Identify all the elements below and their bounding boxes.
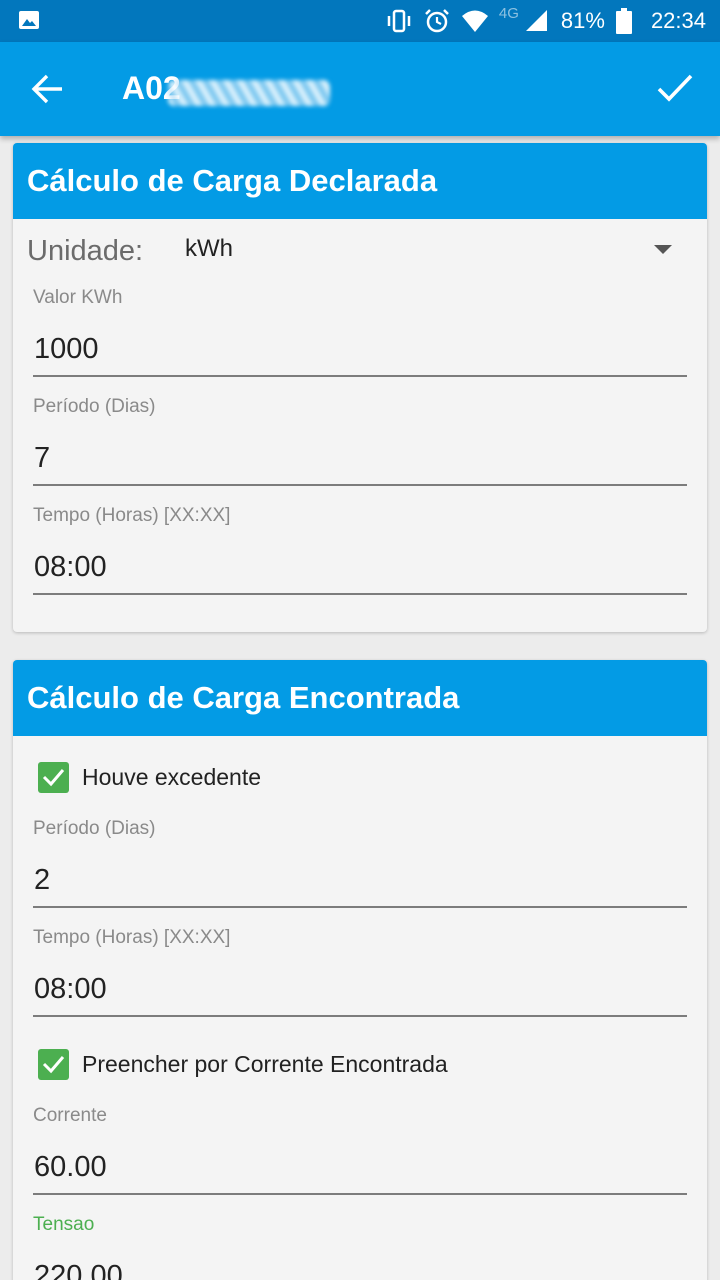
battery-percent: 81% [560, 8, 605, 33]
kwh-value-input[interactable]: 1000 [33, 329, 687, 377]
surplus-checkbox[interactable] [38, 761, 69, 793]
voltage-label: Tensao [33, 1214, 95, 1235]
network-type: 4G [498, 4, 519, 22]
found-time-input[interactable]: 08:00 [33, 969, 687, 1017]
found-load-card: Cálculo de Carga Encontrada Houve excede… [13, 660, 707, 1280]
declared-time-text: 08:00 [34, 551, 107, 583]
unit-value: kWh [185, 235, 233, 262]
declared-period-field: Período (Dias) 7 [33, 396, 687, 486]
signal-icon [525, 10, 547, 31]
unit-dropdown[interactable]: kWh [172, 231, 692, 271]
current-text: 60.00 [34, 1151, 107, 1183]
battery-icon [615, 8, 632, 34]
found-time-label: Tempo (Horas) [XX:XX] [33, 927, 231, 948]
alarm-icon [424, 9, 449, 33]
kwh-value-label: Valor KWh [33, 287, 123, 308]
current-label: Corrente [33, 1105, 107, 1126]
found-period-text: 2 [34, 864, 51, 896]
fill-current-label: Preencher por Corrente Encontrada [82, 1050, 448, 1077]
found-period-label: Período (Dias) [33, 818, 156, 839]
clock: 22:34 [650, 8, 706, 33]
app-bar: A02 [0, 42, 720, 136]
declared-period-label: Período (Dias) [33, 396, 156, 417]
found-time-field: Tempo (Horas) [XX:XX] 08:00 [33, 927, 687, 1017]
found-period-field: Período (Dias) 2 [33, 818, 687, 908]
declared-period-text: 7 [34, 442, 51, 474]
current-input[interactable]: 60.00 [33, 1147, 687, 1195]
image-icon [19, 11, 39, 29]
declared-load-card: Cálculo de Carga Declarada Unidade: kWh … [13, 143, 707, 632]
voltage-text: 220.00 [34, 1260, 123, 1280]
status-bar: 4G 81% 22:34 [0, 0, 720, 42]
kwh-value-text: 1000 [34, 333, 99, 365]
surplus-label: Houve excedente [82, 763, 262, 790]
fill-current-checkbox-row[interactable]: Preencher por Corrente Encontrada [38, 1047, 448, 1081]
checkmark-icon [42, 768, 65, 786]
voltage-field: Tensao 220.00 [33, 1214, 687, 1280]
declared-time-field: Tempo (Horas) [XX:XX] 08:00 [33, 505, 687, 595]
found-time-text: 08:00 [34, 973, 107, 1005]
arrow-back-icon[interactable] [30, 72, 66, 106]
wifi-icon [461, 10, 488, 32]
unit-label: Unidade: [27, 235, 144, 267]
found-period-input[interactable]: 2 [33, 860, 687, 908]
voltage-input[interactable]: 220.00 [33, 1256, 687, 1280]
declared-load-header: Cálculo de Carga Declarada [13, 143, 707, 219]
current-field: Corrente 60.00 [33, 1105, 687, 1195]
fill-current-checkbox[interactable] [38, 1048, 69, 1080]
found-load-header: Cálculo de Carga Encontrada [13, 660, 707, 736]
declared-period-input[interactable]: 7 [33, 438, 687, 486]
declared-time-input[interactable]: 08:00 [33, 547, 687, 595]
check-icon[interactable] [656, 70, 694, 106]
surplus-checkbox-row[interactable]: Houve excedente [38, 760, 261, 794]
vibrate-icon [387, 9, 411, 33]
declared-load-title: Cálculo de Carga Declarada [27, 163, 438, 198]
checkmark-icon [42, 1055, 65, 1073]
declared-time-label: Tempo (Horas) [XX:XX] [33, 505, 231, 526]
found-load-title: Cálculo de Carga Encontrada [27, 680, 460, 715]
kwh-value-field: Valor KWh 1000 [33, 287, 687, 377]
unit-row: Unidade: kWh [27, 235, 687, 275]
redacted-title-part [168, 80, 330, 106]
dropdown-arrow-icon [654, 245, 672, 254]
